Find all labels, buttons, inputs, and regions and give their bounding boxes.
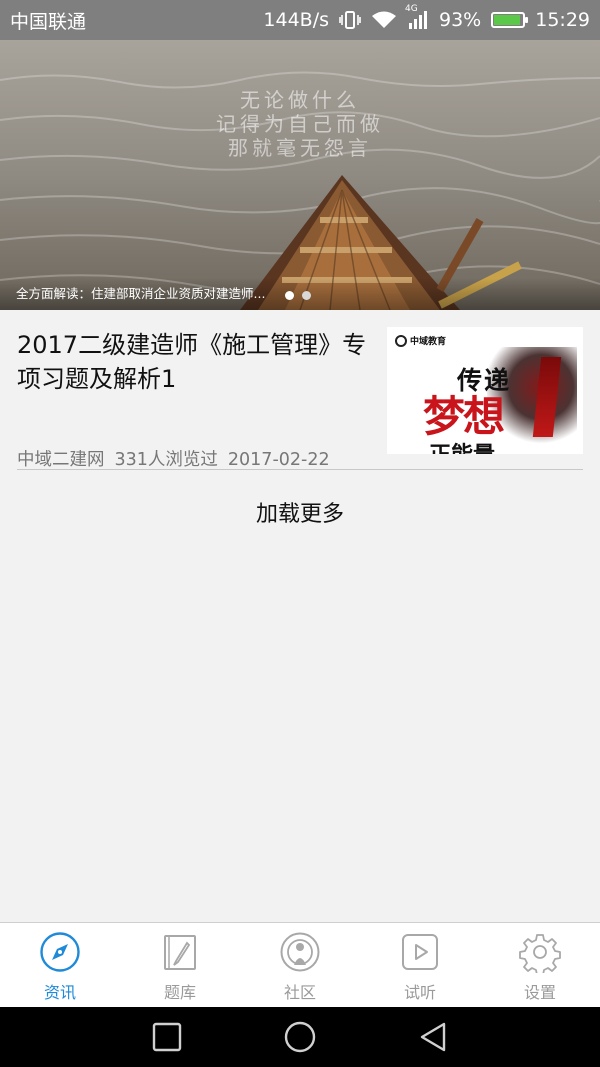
banner-quote-line: 那就毫无怨言	[228, 136, 372, 160]
carousel-dot[interactable]	[302, 291, 311, 300]
tab-audition[interactable]: 试听	[360, 923, 480, 1007]
compass-icon	[40, 932, 80, 972]
tab-news[interactable]: 资讯	[0, 923, 120, 1007]
tab-label: 试听	[403, 983, 436, 1002]
clock: 15:29	[535, 9, 590, 31]
banner-carousel[interactable]: 无论做什么 记得为自己而做 那就毫无怨言 全方面解读：住建部取消企业资质对建造师…	[0, 40, 600, 310]
recent-apps-icon[interactable]	[150, 1020, 184, 1054]
community-icon	[280, 932, 320, 972]
article-date: 2017-02-22	[227, 450, 330, 470]
battery-icon	[491, 12, 529, 28]
gear-icon	[519, 934, 561, 973]
network-type: 4G	[405, 4, 418, 14]
article-meta: 中域二建网 331人浏览过 2017-02-22	[17, 446, 340, 471]
tab-question-bank[interactable]: 题库	[120, 923, 240, 1007]
status-bar: 中国联通 144B/s 4G 93% 15:29	[0, 0, 600, 40]
battery-percent: 93%	[439, 9, 482, 31]
carrier-name: 中国联通	[10, 10, 87, 33]
signal-icon: 4G	[405, 4, 429, 30]
banner-caption[interactable]: 全方面解读：住建部取消企业资质对建造师...	[16, 283, 278, 302]
tab-label: 题库	[163, 983, 196, 1002]
article-title[interactable]: 2017二级建造师《施工管理》专项习题及解析1	[17, 328, 372, 396]
bottom-tab-bar: 资讯 题库 社区 试听 设置	[0, 922, 600, 1007]
tab-settings[interactable]: 设置	[480, 923, 600, 1007]
carousel-dot[interactable]	[285, 291, 294, 300]
thumbnail-text-line3: 正能量	[429, 437, 495, 454]
tab-label: 社区	[283, 983, 316, 1002]
article-views: 331人浏览过	[114, 450, 218, 470]
status-icons: 144B/s 4G 93% 15:29	[263, 4, 590, 31]
wifi-icon	[371, 10, 397, 30]
system-navigation-bar	[0, 1007, 600, 1067]
banner-quote-line: 无论做什么	[240, 88, 360, 112]
load-more-button[interactable]: 加载更多	[0, 496, 600, 528]
tab-label: 设置	[523, 983, 556, 1002]
banner-quote-line: 记得为自己而做	[216, 112, 384, 136]
battery-fill	[494, 15, 521, 25]
thumbnail-text-line2: 梦想	[423, 392, 505, 441]
play-video-icon	[402, 934, 438, 970]
thumbnail-brand-text: 中域教育	[410, 337, 447, 347]
carousel-indicator	[285, 291, 311, 300]
thumbnail-brand: 中域教育	[395, 334, 446, 347]
article-list-item[interactable]: 2017二级建造师《施工管理》专项习题及解析1 中域二建网 331人浏览过 2017…	[0, 310, 600, 470]
notebook-pen-icon	[164, 935, 196, 970]
banner-quote: 无论做什么 记得为自己而做 那就毫无怨言	[0, 88, 600, 160]
lake-boat-illustration	[0, 40, 600, 310]
home-icon[interactable]	[283, 1020, 317, 1054]
article-thumbnail[interactable]: 中域教育 传递 梦想 正能量	[387, 327, 583, 454]
network-speed: 144B/s	[263, 9, 329, 31]
article-source: 中域二建网	[17, 450, 105, 470]
tab-label: 资讯	[43, 983, 76, 1002]
brand-logo-icon	[395, 334, 407, 347]
tab-community[interactable]: 社区	[240, 923, 360, 1007]
back-icon[interactable]	[416, 1020, 450, 1054]
vibrate-icon	[339, 10, 361, 30]
list-divider	[17, 469, 583, 470]
